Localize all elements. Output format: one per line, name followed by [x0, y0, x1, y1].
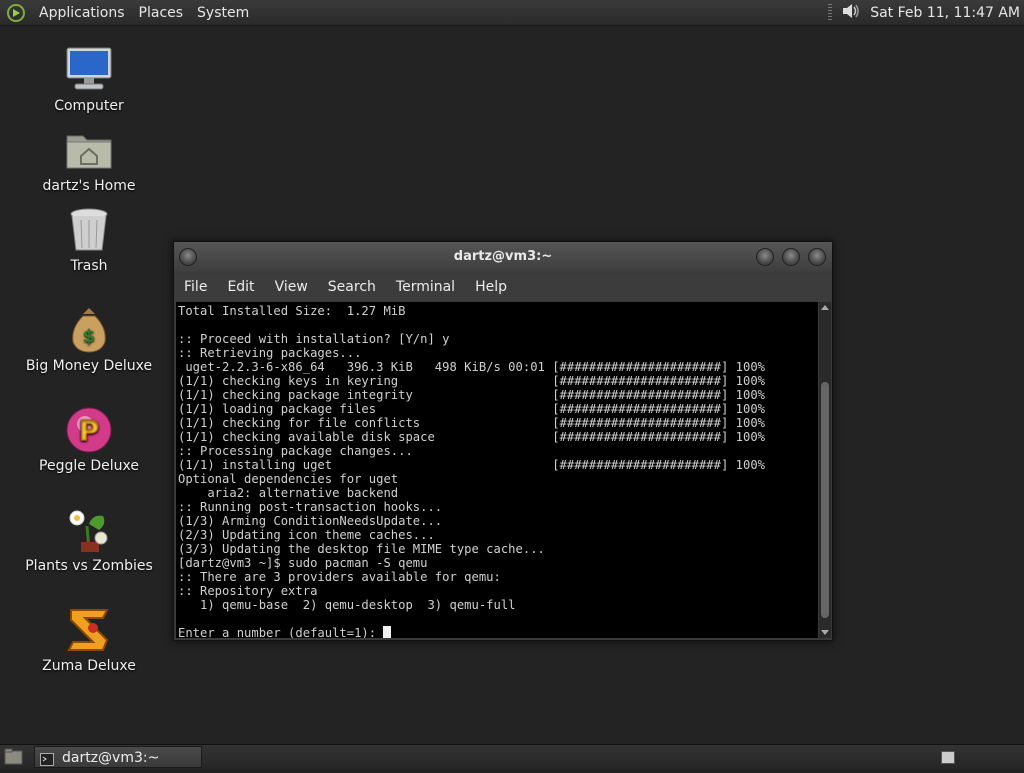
- peggle-icon: P: [63, 404, 115, 456]
- terminal-scrollbar[interactable]: [819, 302, 831, 638]
- terminal-line: (1/1) installing uget [#################…: [178, 458, 765, 472]
- terminal-line: :: Processing package changes...: [178, 444, 413, 458]
- terminal-line: :: Proceed with installation? [Y/n] y: [178, 332, 450, 346]
- volume-icon[interactable]: [840, 0, 862, 26]
- desktop-icon-trash[interactable]: Trash: [19, 204, 159, 274]
- menu-view[interactable]: View: [265, 279, 318, 295]
- terminal-line: [dartz@vm3 ~]$ sudo pacman -S qemu: [178, 556, 428, 570]
- plants-vs-zombies-icon: [63, 504, 115, 556]
- svg-text:$: $: [83, 326, 96, 347]
- terminal-line: Optional dependencies for uget: [178, 472, 399, 486]
- terminal-line: :: There are 3 providers available for q…: [178, 570, 501, 584]
- terminal-icon: [40, 751, 54, 773]
- terminal-line: aria2: alternative backend: [178, 486, 399, 500]
- terminal-lines: Total Installed Size: 1.27 MiB :: Procee…: [178, 304, 765, 612]
- taskbar-window-label: dartz@vm3:~: [62, 750, 160, 766]
- terminal-titlebar[interactable]: dartz@vm3:~: [174, 242, 832, 272]
- terminal-line: :: Repository extra: [178, 584, 318, 598]
- system-menu[interactable]: System: [190, 5, 256, 21]
- terminal-line: (3/3) Updating the desktop file MIME typ…: [178, 542, 545, 556]
- panel-handle: [828, 3, 833, 22]
- home-folder-icon: [63, 124, 115, 176]
- terminal-line: (1/1) loading package files [###########…: [178, 402, 765, 416]
- workspace-switcher[interactable]: [941, 751, 955, 764]
- window-menu-button[interactable]: [179, 248, 197, 266]
- desktop-icon-computer[interactable]: Computer: [19, 44, 159, 114]
- terminal-line: Total Installed Size: 1.27 MiB: [178, 304, 406, 318]
- desktop-icon-label: Big Money Deluxe: [25, 358, 153, 374]
- terminal-line: uget-2.2.3-6-x86_64 396.3 KiB 498 KiB/s …: [178, 360, 765, 374]
- terminal-line: (1/3) Arming ConditionNeedsUpdate...: [178, 514, 443, 528]
- terminal-menubar: File Edit View Search Terminal Help: [174, 273, 832, 301]
- menu-search[interactable]: Search: [318, 279, 386, 295]
- computer-icon: [63, 44, 115, 96]
- desktop-icon-label: Trash: [70, 258, 108, 274]
- minimize-button[interactable]: [756, 248, 774, 266]
- applications-menu[interactable]: Applications: [32, 5, 132, 21]
- trash-icon: [63, 204, 115, 256]
- window-title: dartz@vm3:~: [453, 249, 553, 264]
- close-button[interactable]: [808, 248, 826, 266]
- terminal-line: (1/1) checking for file conflicts [#####…: [178, 416, 765, 430]
- terminal-line: :: Running post-transaction hooks...: [178, 500, 443, 514]
- clock[interactable]: Sat Feb 11, 11:47 AM: [870, 5, 1020, 21]
- terminal-line: (1/1) checking keys in keyring [########…: [178, 374, 765, 388]
- desktop-icon-label: dartz's Home: [42, 178, 136, 194]
- terminal-prompt: Enter a number (default=1):: [178, 626, 384, 638]
- show-desktop-icon[interactable]: [4, 748, 24, 770]
- desktop-icon-label: Computer: [54, 98, 124, 114]
- terminal-line: (2/3) Updating icon theme caches...: [178, 528, 435, 542]
- maximize-button[interactable]: [782, 248, 800, 266]
- desktop-icon-big-money[interactable]: $ Big Money Deluxe: [19, 304, 159, 374]
- desktop-icon-home[interactable]: dartz's Home: [19, 124, 159, 194]
- terminal-line: :: Retrieving packages...: [178, 346, 362, 360]
- money-bag-icon: $: [63, 304, 115, 356]
- scroll-up-arrow-icon[interactable]: [821, 305, 829, 310]
- places-menu[interactable]: Places: [132, 5, 191, 21]
- scroll-down-arrow-icon[interactable]: [821, 630, 829, 635]
- svg-text:P: P: [79, 414, 100, 447]
- terminal-output[interactable]: Total Installed Size: 1.27 MiB :: Procee…: [176, 302, 818, 638]
- terminal-line: (1/1) checking package integrity [######…: [178, 388, 765, 402]
- gnome-foot-icon[interactable]: [6, 3, 26, 23]
- text-cursor: [383, 626, 392, 638]
- menu-help[interactable]: Help: [465, 279, 517, 295]
- zuma-icon: [63, 604, 115, 656]
- scrollbar-thumb[interactable]: [821, 382, 829, 618]
- terminal-text: Total Installed Size: 1.27 MiB :: Procee…: [176, 302, 818, 638]
- desktop-icon-pvz[interactable]: Plants vs Zombies: [19, 504, 159, 574]
- bottom-panel: dartz@vm3:~: [0, 744, 1024, 769]
- desktop-icon-peggle[interactable]: P Peggle Deluxe: [19, 404, 159, 474]
- desktop-icon-zuma[interactable]: Zuma Deluxe: [19, 604, 159, 674]
- terminal-line: (1/1) checking available disk space [###…: [178, 430, 765, 444]
- top-panel: Applications Places System Sat Feb 11, 1…: [0, 0, 1024, 26]
- taskbar-window-button[interactable]: dartz@vm3:~: [34, 746, 202, 768]
- desktop-icon-label: Zuma Deluxe: [42, 658, 136, 674]
- menu-file[interactable]: File: [174, 279, 217, 295]
- menu-edit[interactable]: Edit: [217, 279, 264, 295]
- menu-terminal[interactable]: Terminal: [386, 279, 465, 295]
- desktop-icon-label: Peggle Deluxe: [39, 458, 139, 474]
- terminal-line: 1) qemu-base 2) qemu-desktop 3) qemu-ful…: [178, 598, 516, 612]
- desktop-icon-label: Plants vs Zombies: [25, 558, 153, 574]
- terminal-window[interactable]: dartz@vm3:~ File Edit View Search Termin…: [173, 241, 833, 641]
